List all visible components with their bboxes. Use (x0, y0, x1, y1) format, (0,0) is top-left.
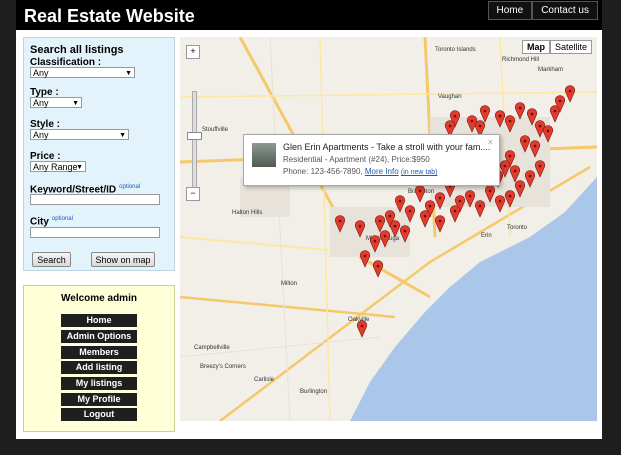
nav-home-button[interactable]: Home (487, 1, 533, 20)
menu-home[interactable]: Home (61, 314, 137, 327)
close-icon[interactable]: × (488, 137, 493, 147)
info-window-contact-line: Phone: 123-456-7890, More Info (in new t… (283, 167, 437, 176)
show-on-map-button[interactable]: Show on map (91, 252, 155, 267)
map-label-erin: Stouffville (202, 127, 228, 133)
map-label-markham: Markham (538, 67, 564, 73)
site-header: Real Estate Website Home Contact us (16, 0, 602, 30)
top-nav: Home Contact us (487, 1, 598, 20)
welcome-panel: Welcome admin Home Admin Options Members… (23, 285, 175, 432)
map-label-oakville: Oakville (348, 317, 370, 323)
keyword-optional-note: optional (119, 184, 141, 190)
info-window-title: Glen Erin Apartments - Take a stroll wit… (283, 142, 491, 152)
chevron-down-icon: ▼ (119, 132, 126, 139)
price-value: Any Range (33, 162, 78, 172)
zoom-slider-handle[interactable] (187, 132, 202, 140)
map-label-carlisle: Carlisle (254, 377, 275, 383)
site-title: Real Estate Website (24, 6, 195, 26)
map-label-milton: Milton (281, 281, 298, 287)
chevron-down-icon: ▼ (72, 100, 79, 107)
menu-members[interactable]: Members (61, 346, 137, 359)
type-select[interactable]: Any ▼ (30, 97, 82, 108)
map-type-map-button[interactable]: Map (521, 40, 550, 54)
new-tab-link[interactable]: (in new tab) (401, 169, 438, 176)
classification-value: Any (33, 68, 49, 78)
map-type-control: Map Satellite (521, 40, 592, 54)
keyword-input[interactable] (30, 194, 160, 205)
menu-admin-options[interactable]: Admin Options (61, 330, 137, 343)
style-value: Any (33, 130, 49, 140)
map-label-campbellville: Campbellville (194, 345, 230, 351)
chevron-down-icon: ▼ (76, 164, 83, 171)
map-label-toronto-islands: Erin (481, 233, 492, 239)
menu-logout[interactable]: Logout (61, 408, 137, 421)
chevron-down-icon: ▼ (125, 70, 132, 77)
more-info-link[interactable]: More Info (365, 167, 399, 176)
menu-my-listings[interactable]: My listings (61, 377, 137, 390)
map-label-richmond-hill: Richmond Hill (502, 57, 540, 63)
zoom-control: + (186, 45, 200, 61)
search-button[interactable]: Search (32, 252, 71, 267)
city-input[interactable] (30, 227, 160, 238)
map-label-mississauga: Mississauga (366, 236, 400, 242)
style-select[interactable]: Any ▼ (30, 129, 129, 140)
city-optional-note: optional (51, 216, 73, 222)
map-label-breezys-corners: Breezy's Corners (200, 364, 246, 370)
menu-my-profile[interactable]: My Profile (61, 393, 137, 406)
info-window-phone: Phone: 123-456-7890, (283, 167, 363, 176)
map-label-vaughan: Vaughan (438, 94, 462, 100)
zoom-in-button[interactable]: + (186, 45, 200, 59)
price-select[interactable]: Any Range ▼ (30, 161, 86, 172)
nav-contact-button[interactable]: Contact us (532, 1, 598, 20)
map-label-toronto: Toronto (507, 225, 528, 231)
map-view[interactable]: Toronto Islands Richmond Hill Markham Va… (180, 37, 597, 421)
listing-thumbnail (252, 143, 276, 167)
zoom-out-control: − (186, 187, 200, 203)
zoom-out-button[interactable]: − (186, 187, 200, 201)
welcome-title: Welcome admin (61, 293, 137, 304)
map-label-stouffville: Toronto Islands (435, 47, 476, 53)
map-info-window: Glen Erin Apartments - Take a stroll wit… (243, 134, 500, 186)
map-type-satellite-button[interactable]: Satellite (549, 40, 592, 54)
city-label-text: City (30, 216, 49, 228)
map-label-halton-hills: Halton Hills (232, 210, 263, 216)
search-panel: Search all listings Classification : Any… (23, 37, 175, 271)
city-label: City optional (30, 216, 73, 227)
search-title: Search all listings (30, 44, 124, 56)
classification-select[interactable]: Any ▼ (30, 67, 135, 78)
map-label-brampton: Brampton (408, 189, 435, 195)
zoom-slider-track[interactable] (192, 91, 197, 193)
menu-add-listing[interactable]: Add listing (61, 361, 137, 374)
type-value: Any (33, 98, 49, 108)
map-label-burlington: Burlington (300, 389, 328, 395)
info-window-details: Residential - Apartment (#24), Price:$95… (283, 155, 430, 164)
